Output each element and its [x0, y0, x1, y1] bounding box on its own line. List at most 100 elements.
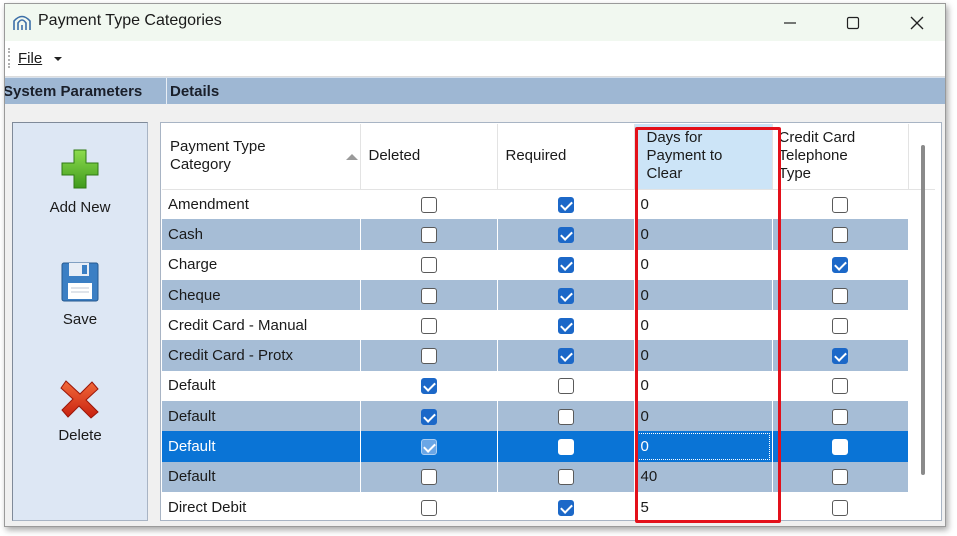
- cc-telephone-checkbox[interactable]: [832, 439, 848, 456]
- required-checkbox[interactable]: [557, 196, 574, 213]
- required-checkbox[interactable]: [557, 226, 574, 243]
- required-checkbox[interactable]: [557, 469, 574, 486]
- cell-category[interactable]: Default: [162, 401, 361, 432]
- tab-system-parameters[interactable]: System Parameters: [5, 78, 163, 105]
- cell-days-to-clear[interactable]: 0: [634, 189, 773, 220]
- cell-deleted: [360, 461, 498, 492]
- cc-telephone-checkbox[interactable]: [832, 348, 848, 365]
- cell-required: [497, 189, 635, 220]
- cell-required: [497, 340, 635, 371]
- required-checkbox[interactable]: [557, 378, 574, 395]
- cell-category[interactable]: Default: [162, 431, 361, 462]
- cell-category[interactable]: Credit Card - Manual: [162, 310, 361, 341]
- cell-days-to-clear[interactable]: 0: [634, 370, 773, 402]
- column-header-cc-telephone[interactable]: Credit Card Telephone Type: [772, 124, 909, 190]
- table-row[interactable]: Default 0: [162, 431, 935, 462]
- deleted-checkbox[interactable]: [420, 348, 437, 365]
- cell-category[interactable]: Default: [162, 370, 361, 402]
- cc-telephone-checkbox[interactable]: [832, 287, 848, 304]
- cell-days-to-clear[interactable]: 0: [634, 340, 773, 371]
- required-checkbox[interactable]: [557, 499, 574, 516]
- required-checkbox[interactable]: [557, 257, 574, 274]
- cell-category[interactable]: Charge: [162, 249, 361, 280]
- cell-required: [497, 461, 635, 492]
- table-row[interactable]: Cash 0: [162, 219, 935, 250]
- cell-required: [497, 249, 635, 280]
- cell-days-to-clear[interactable]: 0: [634, 401, 773, 432]
- cell-deleted: [360, 340, 498, 371]
- cc-telephone-checkbox[interactable]: [832, 196, 848, 213]
- deleted-checkbox[interactable]: [420, 408, 437, 425]
- table-row[interactable]: Charge 0: [162, 249, 935, 280]
- cell-days-to-clear[interactable]: 0: [634, 431, 773, 462]
- cell-cc-telephone: [772, 219, 909, 250]
- menu-bar: File: [5, 41, 945, 77]
- sort-ascending-icon: [346, 154, 358, 160]
- cell-category[interactable]: Credit Card - Protx: [162, 340, 361, 371]
- cell-days-to-clear[interactable]: 0: [634, 249, 773, 280]
- save-button[interactable]: Save: [13, 261, 147, 328]
- cell-days-to-clear[interactable]: 0: [634, 219, 773, 250]
- cell-category[interactable]: Cheque: [162, 279, 361, 311]
- cell-required: [497, 279, 635, 311]
- cc-telephone-checkbox[interactable]: [832, 317, 848, 334]
- column-header-days-line3: Clear: [646, 165, 683, 183]
- table-row[interactable]: Default 0: [162, 370, 935, 402]
- delete-button[interactable]: Delete: [13, 379, 147, 444]
- cc-telephone-checkbox[interactable]: [832, 469, 848, 486]
- table-row[interactable]: Direct Debit 5: [162, 491, 935, 520]
- cell-days-to-clear[interactable]: 0: [634, 279, 773, 311]
- cell-days-to-clear[interactable]: 5: [634, 491, 773, 520]
- minimize-button[interactable]: [767, 4, 813, 41]
- cell-category[interactable]: Direct Debit: [162, 491, 361, 520]
- file-menu[interactable]: File: [18, 50, 63, 67]
- cc-telephone-checkbox[interactable]: [832, 257, 848, 274]
- cc-telephone-checkbox[interactable]: [832, 499, 848, 516]
- column-header-deleted[interactable]: Deleted: [360, 124, 498, 190]
- cell-category[interactable]: Amendment: [162, 189, 361, 220]
- table-row[interactable]: Credit Card - Manual 0: [162, 310, 935, 341]
- table-row[interactable]: Credit Card - Protx 0: [162, 340, 935, 371]
- table-row[interactable]: Amendment 0: [162, 189, 935, 220]
- cc-telephone-checkbox[interactable]: [832, 408, 848, 425]
- maximize-button[interactable]: [830, 4, 876, 41]
- table-row[interactable]: Cheque 0: [162, 279, 935, 311]
- column-header-required[interactable]: Required: [497, 124, 635, 190]
- deleted-checkbox[interactable]: [420, 317, 437, 334]
- cell-category[interactable]: Default: [162, 461, 361, 492]
- required-checkbox[interactable]: [557, 348, 574, 365]
- cell-cc-telephone: [772, 189, 909, 220]
- payment-type-grid[interactable]: Payment Type Category Deleted Required D…: [160, 122, 942, 521]
- cell-deleted: [360, 431, 498, 462]
- column-header-days-to-clear[interactable]: Days for Payment to Clear: [634, 124, 773, 190]
- table-row[interactable]: Default 40: [162, 461, 935, 492]
- close-button[interactable]: [894, 4, 940, 41]
- cell-deleted: [360, 189, 498, 220]
- add-new-button[interactable]: Add New: [13, 147, 147, 216]
- cc-telephone-checkbox[interactable]: [832, 378, 848, 395]
- deleted-checkbox[interactable]: [420, 226, 437, 243]
- column-header-cc-line1: Credit Card: [778, 129, 856, 147]
- column-header-category-line1: Payment Type: [170, 138, 266, 156]
- column-header-category[interactable]: Payment Type Category: [162, 124, 361, 190]
- required-checkbox[interactable]: [557, 287, 574, 304]
- deleted-checkbox[interactable]: [420, 287, 437, 304]
- cell-days-to-clear[interactable]: 0: [634, 310, 773, 341]
- cell-days-to-clear[interactable]: 40: [634, 461, 773, 492]
- required-checkbox[interactable]: [557, 439, 574, 456]
- column-header-days-line2: Payment to: [646, 147, 723, 165]
- tab-details[interactable]: Details: [170, 78, 219, 105]
- deleted-checkbox[interactable]: [420, 499, 437, 516]
- vertical-scrollbar[interactable]: [921, 145, 925, 475]
- deleted-checkbox[interactable]: [420, 196, 437, 213]
- deleted-checkbox[interactable]: [420, 257, 437, 274]
- required-checkbox[interactable]: [557, 317, 574, 334]
- table-row[interactable]: Default 0: [162, 401, 935, 432]
- cell-cc-telephone: [772, 340, 909, 371]
- deleted-checkbox[interactable]: [420, 378, 437, 395]
- deleted-checkbox[interactable]: [420, 469, 437, 486]
- cell-category[interactable]: Cash: [162, 219, 361, 250]
- required-checkbox[interactable]: [557, 408, 574, 425]
- cc-telephone-checkbox[interactable]: [832, 226, 848, 243]
- deleted-checkbox[interactable]: [420, 439, 437, 456]
